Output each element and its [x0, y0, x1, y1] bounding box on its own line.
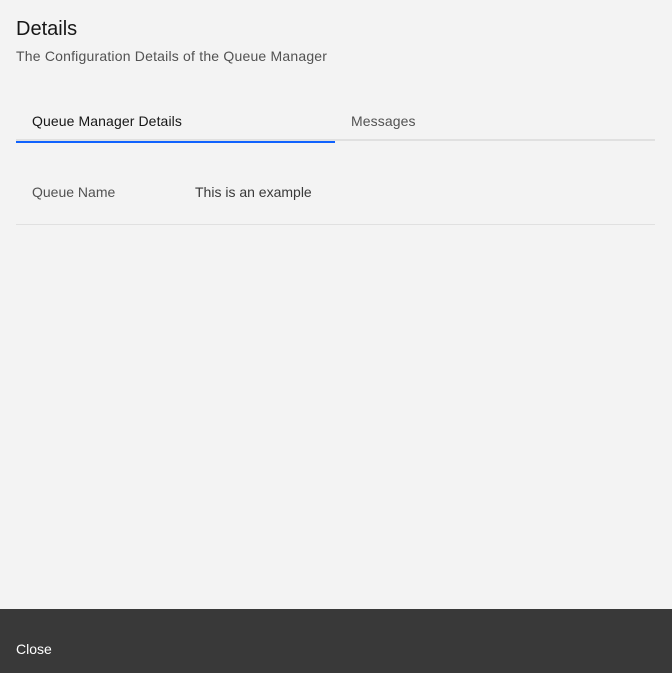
modal-subtitle: The Configuration Details of the Queue M…: [16, 48, 328, 64]
details-modal: Details The Configuration Details of the…: [0, 0, 672, 673]
details-value: This is an example: [195, 184, 312, 200]
close-button[interactable]: Close: [0, 609, 672, 673]
tab-messages[interactable]: Messages: [335, 103, 654, 141]
tab-list: Queue Manager Details Messages: [16, 103, 655, 143]
modal-title: Details: [16, 18, 78, 40]
details-row-queue-name: Queue Name This is an example: [16, 167, 655, 225]
modal-header: Details The Configuration Details of the…: [16, 17, 656, 65]
details-key: Queue Name: [32, 184, 116, 200]
modal-footer: Close: [0, 609, 672, 673]
tab-queue-manager-details[interactable]: Queue Manager Details: [16, 103, 335, 143]
